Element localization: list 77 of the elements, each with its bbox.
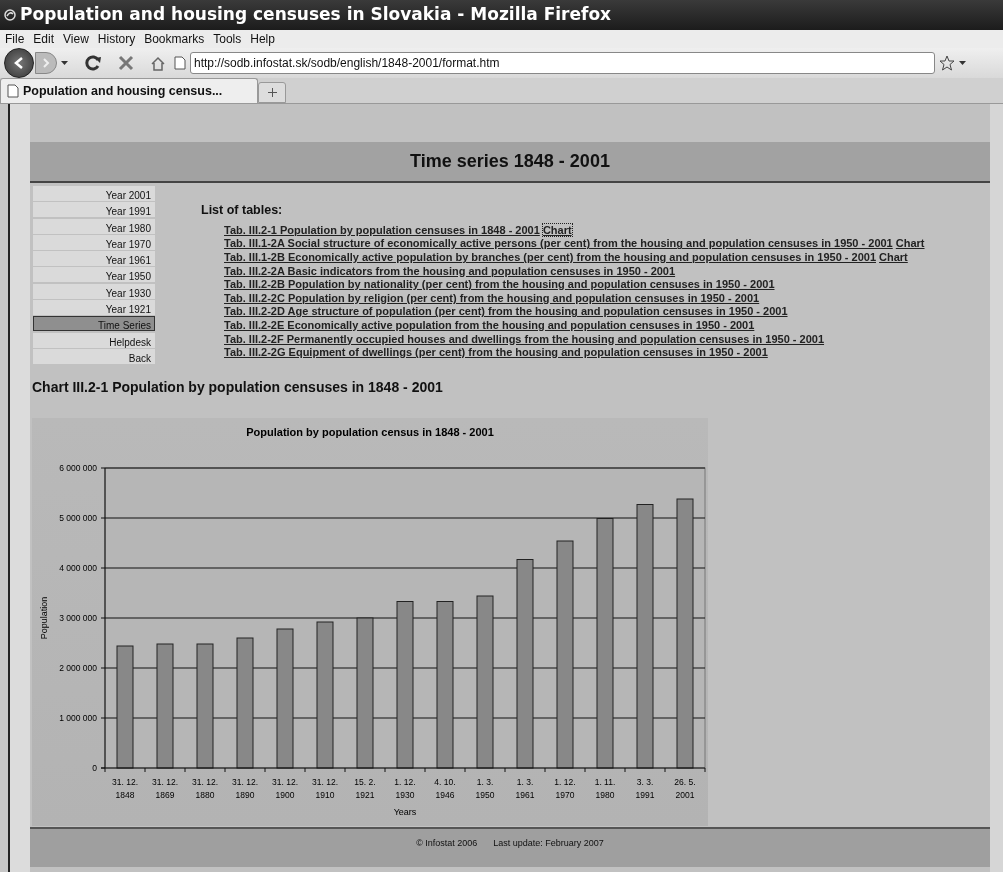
axis-tick-label: 1. 12. 1930 <box>394 777 416 801</box>
browser-tab[interactable]: Population and housing census... <box>0 78 258 103</box>
axis-tick-label: 3. 3. 1991 <box>635 777 655 801</box>
caret-icon[interactable] <box>959 61 966 65</box>
chart-link[interactable]: Chart <box>879 250 908 263</box>
plus-icon[interactable] <box>267 88 277 97</box>
menu-item[interactable]: Edit <box>30 30 61 48</box>
axis-title: Years <box>393 807 417 818</box>
back-button[interactable] <box>4 48 34 78</box>
chart-title: Population by population census in 1848 - 2001 <box>246 426 494 439</box>
table-link[interactable]: Tab. III.2-2C Population by religion (per cent) from the housing and population censuses in 1950 - 2001 <box>224 291 760 304</box>
menu-item[interactable]: History <box>94 30 142 48</box>
table-link[interactable]: Tab. III.2-1 Population by population censuses in 1848 - 2001 <box>224 223 540 236</box>
axis-tick-label: 26. 5. 2001 <box>674 777 696 801</box>
sidebar-link[interactable]: Year 1970 <box>33 234 155 250</box>
axis-tick-label: 31. 12. 1900 <box>272 777 298 801</box>
star-icon[interactable] <box>939 55 955 71</box>
last-update-text: Last update: February 2007 <box>493 837 604 851</box>
axis-title: Population <box>39 597 49 640</box>
menu-item[interactable]: Help <box>247 30 281 48</box>
table-link[interactable]: Tab. III.2-2G Equipment of dwellings (per cent) from the housing and population censuses in 1950 - 2001 <box>224 346 768 359</box>
sidebar-link[interactable]: Time Series <box>33 316 155 332</box>
app-logo-icon <box>4 9 16 21</box>
table-link[interactable]: Tab. III.2-2F Permanently occupied houses and dwellings from the housing and population censuses in 1950 - 2001 <box>224 332 825 345</box>
axis-tick-label: 31. 12. 1880 <box>192 777 218 801</box>
caret-icon[interactable] <box>61 61 68 65</box>
axis-tick-label: 31. 12. 1869 <box>152 777 178 801</box>
page-icon <box>7 84 19 98</box>
axis-tick-label: 0 <box>92 763 97 774</box>
axis-tick-label: 1 000 000 <box>59 713 97 724</box>
address-field[interactable]: http://sodb.infostat.sk/sodb/english/1848-2001/format.htm <box>190 52 935 74</box>
axis-tick-label: 31. 12. 1890 <box>232 777 258 801</box>
axis-tick-label: 31. 12. 1848 <box>112 777 138 801</box>
chart-link[interactable]: Chart <box>542 223 572 236</box>
axis-tick-label: 15. 2. 1921 <box>354 777 376 801</box>
page-icon <box>174 56 186 70</box>
window-title: Population and housing censuses in Slovakia - Mozilla Firefox <box>20 3 612 27</box>
sidebar-link[interactable]: Back <box>33 348 155 364</box>
sidebar-link[interactable]: Year 1930 <box>33 283 155 299</box>
table-link[interactable]: Tab. III.2-2B Population by nationality (per cent) from the housing and population censuses in 1950 - 2001 <box>224 278 775 291</box>
axis-tick-label: 31. 12. 1910 <box>312 777 338 801</box>
table-link[interactable]: Tab. III.2-2A Basic indicators from the housing and population censuses in 1950 - 2001 <box>224 264 676 277</box>
sidebar-link[interactable]: Helpdesk <box>33 332 155 348</box>
table-link[interactable]: Tab. III.2-2E Economically active population from the housing and population censuses in 1950 - 2001 <box>224 318 755 331</box>
page-title: Time series 1848 - 2001 <box>30 142 990 183</box>
home-icon[interactable] <box>150 55 166 71</box>
sidebar-link[interactable]: Year 1991 <box>33 202 155 218</box>
menu-item[interactable]: View <box>60 30 95 48</box>
axis-tick-label: 5 000 000 <box>59 513 97 524</box>
axis-tick-label: 4 000 000 <box>59 563 97 574</box>
axis-tick-label: 1. 3. 1950 <box>475 777 495 801</box>
axis-tick-label: 1. 3. 1961 <box>515 777 535 801</box>
sidebar-link[interactable]: Year 1980 <box>33 218 155 234</box>
menu-item[interactable]: File <box>2 30 31 48</box>
chevron-left-icon[interactable] <box>13 56 25 70</box>
axis-tick-label: 1. 11. 1980 <box>594 777 616 801</box>
chart-heading: Chart III.2-1 Population by population censuses in 1848 - 2001 <box>32 378 444 398</box>
menu-item[interactable]: Tools <box>210 30 248 48</box>
axis-tick-label: 3 000 000 <box>59 613 97 624</box>
axis-tick-label: 4. 10. 1946 <box>434 777 456 801</box>
axis-tick-label: 1. 12. 1970 <box>554 777 576 801</box>
menu-item[interactable]: Bookmarks <box>141 30 211 48</box>
list-heading: List of tables: <box>201 202 284 219</box>
sidebar-link[interactable]: Year 2001 <box>33 186 155 201</box>
copyright-text: © Infostat 2006 <box>416 837 478 851</box>
reload-icon[interactable] <box>84 54 102 72</box>
chart-link[interactable]: Chart <box>895 237 925 250</box>
new-tab-button[interactable] <box>258 82 286 103</box>
axis-tick-label: 6 000 000 <box>59 463 97 474</box>
table-link[interactable]: Tab. III.2-2D Age structure of population (per cent) from the housing and population censuses in 1950 - 2001 <box>224 305 788 318</box>
stop-icon[interactable] <box>118 55 134 71</box>
table-link[interactable]: Tab. III.1-2B Economically active population by branches (per cent) from the housing and population censuses in 1950 - 2001 <box>224 250 876 263</box>
sidebar-link[interactable]: Year 1961 <box>33 251 155 267</box>
axis-tick-label: 2 000 000 <box>59 663 97 674</box>
sidebar-link[interactable]: Year 1921 <box>33 300 155 316</box>
table-link[interactable]: Tab. III.1-2A Social structure of economically active persons (per cent) from the housing and population censuses in 1950 - 2001 <box>224 237 893 250</box>
sidebar-link[interactable]: Year 1950 <box>33 267 155 283</box>
